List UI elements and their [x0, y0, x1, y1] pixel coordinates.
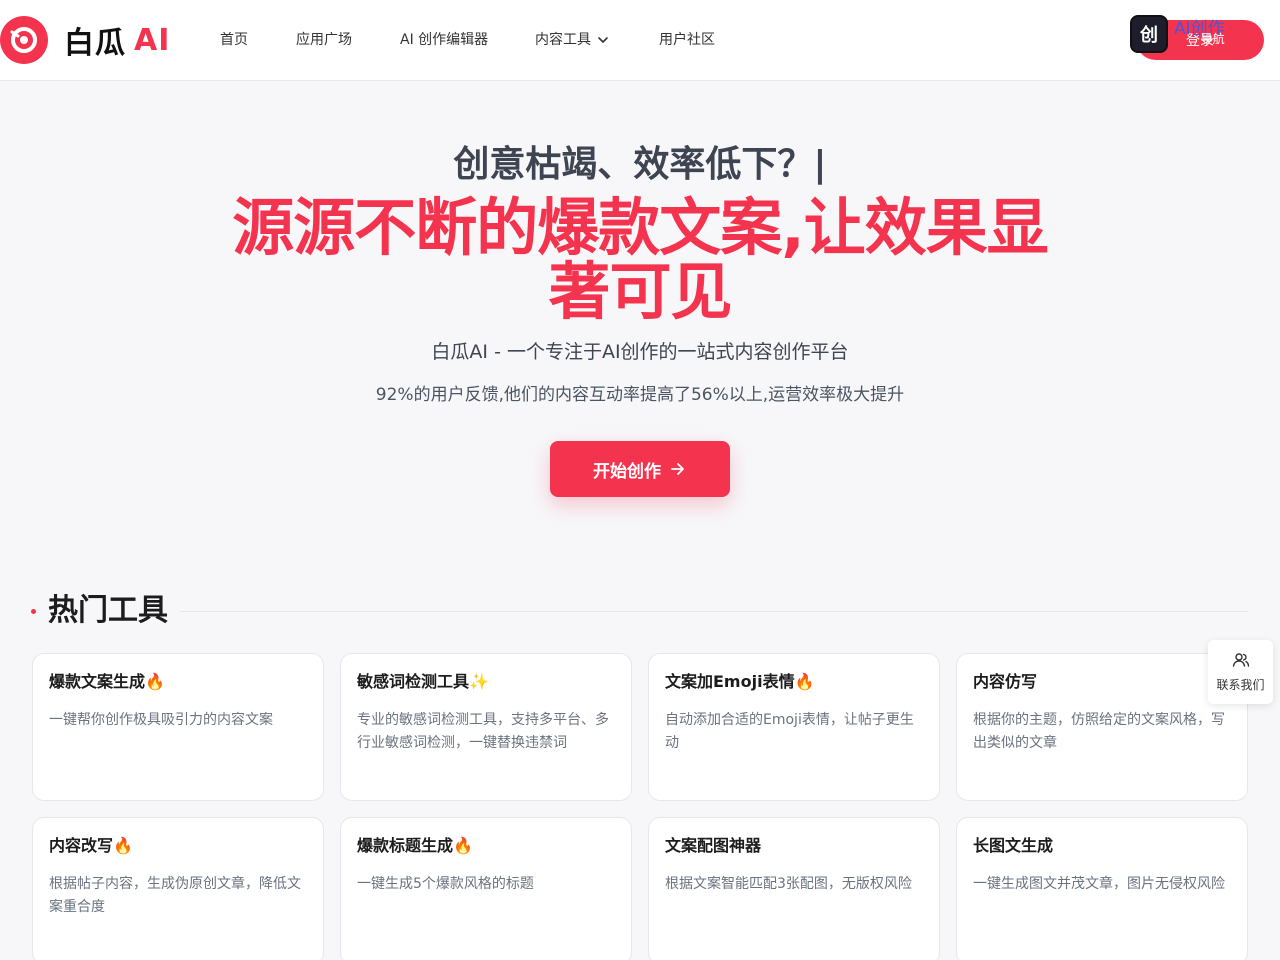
hero-title: 源源不断的爆款文案,让效果显著可见 [232, 191, 1049, 328]
nav-ai-editor-label: AI 创作编辑器 [400, 32, 489, 48]
tool-card-desc: 根据你的主题，仿照给定的文案风格，写出类似的文章 [973, 712, 1225, 751]
user-group-icon [1232, 652, 1250, 672]
badge-text: AI创作 导航 [1174, 21, 1225, 47]
tool-card[interactable]: 内容仿写 根据你的主题，仿照给定的文案风格，写出类似的文章 [956, 653, 1248, 801]
tool-card-desc: 一键生成5个爆款风格的标题 [357, 876, 534, 892]
tool-card[interactable]: 长图文生成 一键生成图文并茂文章，图片无侵权风险 [956, 817, 1248, 960]
ai-nav-badge[interactable]: 创 AI创作 导航 [1130, 15, 1268, 53]
top-header: 白瓜 AI 首页 应用广场 AI 创作编辑器 内容工具 用户社区 登录 创 AI… [0, 0, 1280, 81]
start-creating-label: 开始创作 [593, 461, 661, 481]
logo-text[interactable]: 白瓜 AI [64, 22, 171, 62]
tool-card-title: 爆款标题生成🔥 [357, 836, 473, 855]
tool-card-desc: 一键生成图文并茂文章，图片无侵权风险 [973, 876, 1225, 892]
hero-stats: 92%的用户反馈,他们的内容互动率提高了56%以上,运营效率极大提升 [375, 385, 905, 405]
nav-ai-editor[interactable]: AI 创作编辑器 [400, 30, 488, 50]
tool-card-title: 内容改写🔥 [49, 836, 133, 855]
tool-card[interactable]: 内容改写🔥 根据帖子内容，生成伪原创文章，降低文案重合度 [32, 817, 324, 960]
nav-home[interactable]: 首页 [220, 30, 248, 50]
nav-home-label: 首页 [220, 32, 248, 48]
logo-icon[interactable] [0, 16, 48, 64]
badge-icon-text: 创 [1140, 25, 1158, 46]
start-creating-button[interactable]: 开始创作 [550, 441, 730, 497]
section-divider [180, 611, 1248, 612]
tool-card-desc: 自动添加合适的Emoji表情，让帖子更生动 [665, 712, 914, 751]
badge-sub: 导航 [1200, 32, 1225, 46]
tool-card[interactable]: 文案配图神器 根据文案智能匹配3张配图，无版权风险 [648, 817, 940, 960]
tool-card[interactable]: 敏感词检测工具✨ 专业的敏感词检测工具，支持多平台、多行业敏感词检测，一键替换违… [340, 653, 632, 801]
hero-question: 创意枯竭、效率低下？| [453, 144, 827, 185]
section-title: 热门工具 [48, 593, 168, 628]
tool-card-desc: 专业的敏感词检测工具，支持多平台、多行业敏感词检测，一键替换违禁词 [357, 712, 609, 751]
section-dot [31, 609, 36, 614]
tool-card-title: 文案加Emoji表情🔥 [665, 672, 815, 691]
nav-app-square-label: 应用广场 [296, 32, 352, 48]
tool-card[interactable]: 爆款标题生成🔥 一键生成5个爆款风格的标题 [340, 817, 632, 960]
chevron-down-icon [597, 34, 609, 46]
contact-us-button[interactable]: 联系我们 [1208, 640, 1273, 704]
nav-content-tools[interactable]: 内容工具 [535, 30, 609, 50]
logo-mark-icon [10, 27, 37, 53]
nav-app-square[interactable]: 应用广场 [296, 30, 352, 50]
logo-ai: AI [134, 22, 171, 58]
contact-us-label: 联系我们 [1216, 677, 1265, 692]
nav-community[interactable]: 用户社区 [659, 30, 715, 50]
tool-card[interactable]: 文案加Emoji表情🔥 自动添加合适的Emoji表情，让帖子更生动 [648, 653, 940, 801]
tool-card-title: 爆款文案生成🔥 [49, 672, 165, 691]
nav-community-label: 用户社区 [659, 32, 715, 48]
tool-card[interactable]: 爆款文案生成🔥 一键帮你创作极具吸引力的内容文案 [32, 653, 324, 801]
tool-card-desc: 一键帮你创作极具吸引力的内容文案 [49, 712, 273, 728]
tool-card-title: 文案配图神器 [665, 836, 762, 855]
hero-description: 白瓜AI - 一个专注于AI创作的一站式内容创作平台 [431, 341, 849, 363]
nav-content-tools-label: 内容工具 [535, 32, 591, 48]
tool-card-title: 长图文生成 [973, 836, 1054, 855]
logo-name: 白瓜 [64, 26, 126, 61]
tool-card-desc: 根据帖子内容，生成伪原创文章，降低文案重合度 [49, 876, 301, 915]
badge-logo-icon: 创 [1130, 15, 1168, 53]
tool-card-desc: 根据文案智能匹配3张配图，无版权风险 [665, 876, 912, 892]
tool-card-title: 内容仿写 [973, 672, 1038, 691]
tool-card-title: 敏感词检测工具✨ [357, 672, 489, 691]
arrow-right-icon [669, 460, 687, 478]
